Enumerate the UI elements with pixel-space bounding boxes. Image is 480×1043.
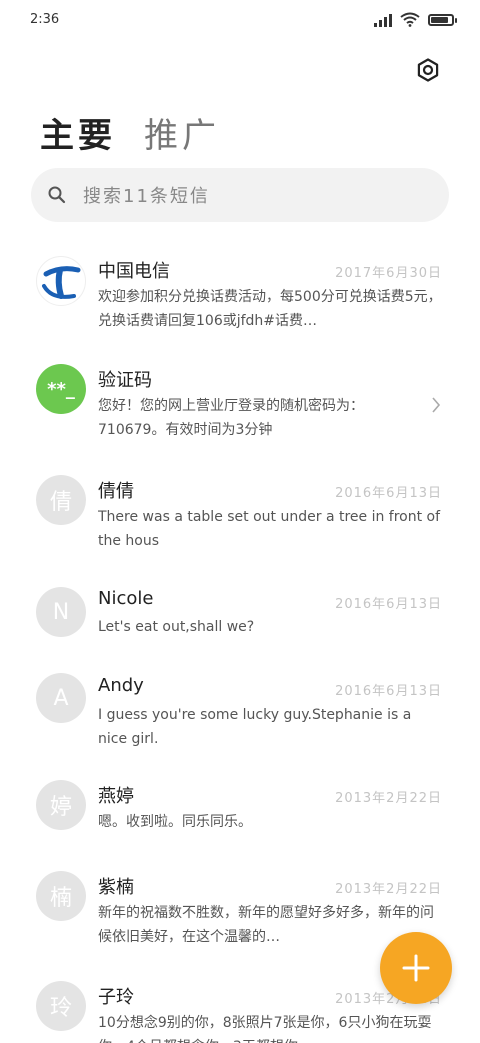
message-preview: 欢迎参加积分兑换话费活动，每500分可兑换话费5元，兑换话费请回复106或jfd… — [98, 289, 442, 329]
message-preview: 嗯。收到啦。同乐同乐。 — [98, 814, 252, 830]
status-bar: 2:36 — [0, 0, 480, 40]
tab-primary[interactable]: 主要 — [40, 108, 116, 157]
contact-name: Andy — [98, 675, 144, 696]
signal-icon — [374, 13, 392, 27]
message-preview: 您好！您的网上营业厅登录的随机密码为：710679。有效时间为3分钟 — [98, 398, 364, 438]
settings-button[interactable] — [410, 52, 446, 88]
message-date: 2016年6月13日 — [335, 486, 442, 501]
gear-icon — [417, 58, 439, 82]
message-date: 2013年2月22日 — [335, 791, 442, 806]
message-preview: There was a table set out under a tree i… — [98, 509, 441, 549]
avatar: 倩 — [36, 475, 86, 525]
avatar: 玲 — [36, 981, 86, 1031]
avatar — [36, 256, 86, 306]
message-preview: 10分想念9别的你，8张照片7张是你，6只小狗在玩耍你，4个月都想念你，3天都想… — [98, 1015, 432, 1043]
contact-name: 验证码 — [98, 370, 152, 391]
wifi-icon — [400, 12, 420, 27]
message-preview: Let's eat out,shall we? — [98, 619, 255, 635]
tab-bar: 主要 推广 — [40, 108, 220, 157]
message-list: 中国电信 2017年6月30日 欢迎参加积分兑换话费活动，每500分可兑换话费5… — [0, 240, 480, 1043]
message-item-qianqian[interactable]: 倩 倩倩 2016年6月13日 There was a table set ou… — [0, 460, 480, 570]
tab-promotions[interactable]: 推广 — [144, 108, 220, 157]
avatar: N — [36, 587, 86, 637]
avatar: **_ — [36, 364, 86, 414]
avatar: A — [36, 673, 86, 723]
contact-name: 紫楠 — [98, 877, 134, 898]
message-item-yanting[interactable]: 婷 燕婷 2013年2月22日 嗯。收到啦。同乐同乐。 — [0, 767, 480, 853]
contact-name: 倩倩 — [98, 481, 134, 502]
message-date: 2016年6月13日 — [335, 684, 442, 699]
message-date: 2017年6月30日 — [335, 266, 442, 281]
china-telecom-logo-icon — [42, 266, 81, 299]
contact-name: 燕婷 — [98, 786, 134, 807]
contact-name: 子玲 — [98, 987, 134, 1008]
search-placeholder: 搜索11条短信 — [83, 186, 210, 207]
message-item-nicole[interactable]: N Nicole 2016年6月13日 Let's eat out,shall … — [0, 570, 480, 657]
new-message-button[interactable] — [380, 932, 452, 1004]
message-date: 2013年2月22日 — [335, 882, 442, 897]
status-time: 2:36 — [30, 12, 60, 27]
battery-icon — [428, 13, 457, 26]
message-item-china-telecom[interactable]: 中国电信 2017年6月30日 欢迎参加积分兑换话费活动，每500分可兑换话费5… — [0, 240, 480, 350]
contact-name: Nicole — [98, 588, 154, 609]
message-item-andy[interactable]: A Andy 2016年6月13日 I guess you're some lu… — [0, 657, 480, 767]
plus-icon — [402, 954, 430, 982]
message-item-verification[interactable]: **_ 验证码 您好！您的网上营业厅登录的随机密码为：710679。有效时间为3… — [0, 350, 480, 460]
search-icon — [47, 185, 67, 205]
contact-name: 中国电信 — [98, 261, 170, 282]
message-preview: I guess you're some lucky guy.Stephanie … — [98, 707, 412, 747]
avatar: 楠 — [36, 871, 86, 921]
chevron-right-icon — [432, 397, 441, 413]
status-icons — [374, 12, 457, 27]
message-date: 2016年6月13日 — [335, 597, 442, 612]
avatar: 婷 — [36, 780, 86, 830]
search-bar[interactable]: 搜索11条短信 — [31, 168, 449, 222]
